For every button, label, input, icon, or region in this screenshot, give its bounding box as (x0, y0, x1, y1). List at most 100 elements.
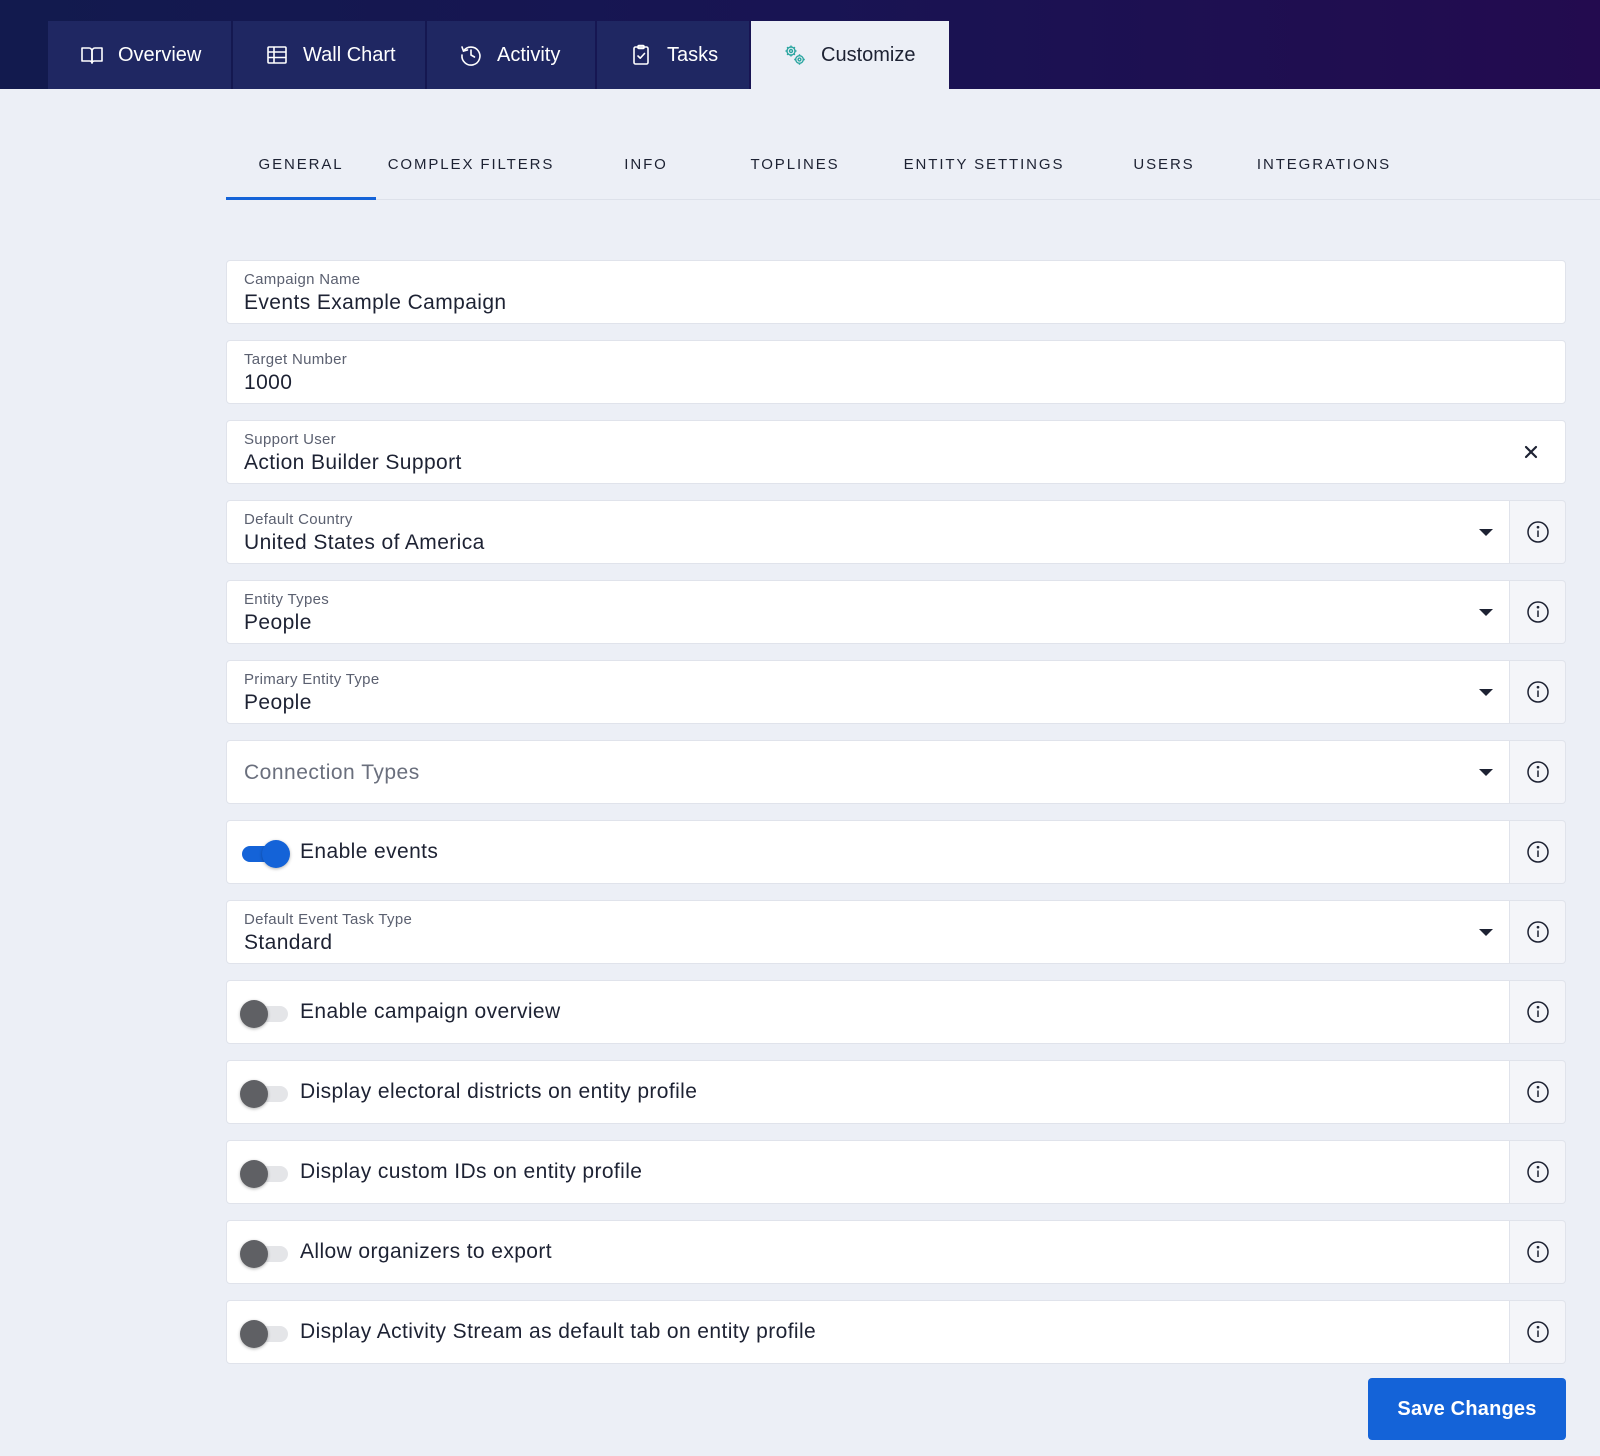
toggle-knob (240, 1160, 268, 1188)
electoral-districts-toggle[interactable] (240, 1080, 290, 1108)
support-user-field[interactable]: Support User Action Builder Support (226, 420, 1566, 484)
campaign-overview-toggle[interactable] (240, 1000, 290, 1028)
subtab-general[interactable]: GENERAL (226, 140, 376, 200)
primary-entity-type-select[interactable]: Primary Entity Type People (226, 660, 1510, 724)
tab-wall-chart[interactable]: Wall Chart (233, 21, 425, 89)
activity-stream-row: Display Activity Stream as default tab o… (226, 1300, 1566, 1364)
info-icon (1526, 601, 1549, 623)
subtab-label: COMPLEX FILTERS (387, 156, 555, 173)
top-navigation-bar: Overview Wall Chart Activity Tasks Custo… (0, 0, 1600, 89)
subtab-label: GENERAL (258, 156, 344, 173)
campaign-overview-row: Enable campaign overview (226, 980, 1566, 1044)
toggle-label: Display electoral districts on entity pr… (300, 1080, 698, 1103)
info-button[interactable] (1510, 1300, 1566, 1364)
toggle-label: Allow organizers to export (300, 1240, 553, 1263)
subtab-label: USERS (1133, 156, 1195, 173)
field-value: 1000 (244, 371, 293, 394)
tab-activity[interactable]: Activity (427, 21, 595, 89)
primary-entity-type-row: Primary Entity Type People (226, 660, 1566, 724)
field-label: Campaign Name (244, 271, 361, 288)
history-icon (461, 46, 481, 66)
entity-types-row: Entity Types People (226, 580, 1566, 644)
tab-label: Customize (821, 43, 916, 66)
enable-events-toggle[interactable] (240, 840, 290, 868)
info-icon (1526, 681, 1549, 703)
field-label: Target Number (244, 351, 348, 368)
subtab-users[interactable]: USERS (1104, 140, 1224, 200)
info-button[interactable] (1510, 980, 1566, 1044)
info-button[interactable] (1510, 660, 1566, 724)
info-button[interactable] (1510, 1060, 1566, 1124)
allow-export-toggle[interactable] (240, 1240, 290, 1268)
info-button[interactable] (1510, 740, 1566, 804)
info-button[interactable] (1510, 1140, 1566, 1204)
info-icon (1526, 1161, 1549, 1183)
subtab-toplines[interactable]: TOPLINES (726, 140, 864, 200)
tab-customize[interactable]: Customize (751, 21, 949, 89)
default-event-task-type-select[interactable]: Default Event Task Type Standard (226, 900, 1510, 964)
caret-down-icon[interactable] (1479, 769, 1493, 776)
field-value: Events Example Campaign (244, 291, 507, 314)
allow-export-setting: Allow organizers to export (226, 1220, 1510, 1284)
tab-label: Activity (497, 43, 561, 66)
connection-types-row: Connection Types (226, 740, 1566, 804)
info-icon (1526, 521, 1549, 543)
toggle-knob (262, 840, 290, 868)
settings-subtabs: GENERAL COMPLEX FILTERS INFO TOPLINES EN… (226, 140, 1600, 200)
custom-ids-toggle[interactable] (240, 1160, 290, 1188)
subtab-info[interactable]: INFO (566, 140, 726, 200)
target-number-field[interactable]: Target Number 1000 (226, 340, 1566, 404)
default-event-task-type-row: Default Event Task Type Standard (226, 900, 1566, 964)
caret-down-icon[interactable] (1479, 689, 1493, 696)
info-icon (1526, 921, 1549, 943)
subtab-complex-filters[interactable]: COMPLEX FILTERS (376, 140, 566, 200)
subtab-label: TOPLINES (750, 156, 840, 173)
target-number-row: Target Number 1000 (226, 340, 1566, 404)
field-value: People (244, 691, 312, 714)
caret-down-icon[interactable] (1479, 609, 1493, 616)
field-value: United States of America (244, 531, 485, 554)
tab-tasks[interactable]: Tasks (597, 21, 749, 89)
field-value: Standard (244, 931, 333, 954)
custom-ids-setting: Display custom IDs on entity profile (226, 1140, 1510, 1204)
subtab-integrations[interactable]: INTEGRATIONS (1224, 140, 1424, 200)
subtab-entity-settings[interactable]: ENTITY SETTINGS (864, 140, 1104, 200)
subtab-label: INTEGRATIONS (1256, 156, 1392, 173)
gears-icon (785, 45, 805, 65)
toggle-label: Enable events (300, 840, 439, 863)
tab-overview[interactable]: Overview (48, 21, 231, 89)
toggle-label: Display Activity Stream as default tab o… (300, 1320, 817, 1343)
close-icon[interactable] (1521, 442, 1541, 462)
field-label: Primary Entity Type (244, 671, 380, 688)
info-button[interactable] (1510, 500, 1566, 564)
toggle-knob (240, 1000, 268, 1028)
field-label: Support User (244, 431, 336, 448)
default-country-select[interactable]: Default Country United States of America (226, 500, 1510, 564)
entity-types-select[interactable]: Entity Types People (226, 580, 1510, 644)
info-icon (1526, 1081, 1549, 1103)
info-button[interactable] (1510, 580, 1566, 644)
info-icon (1526, 1321, 1549, 1343)
info-icon (1526, 841, 1549, 863)
field-placeholder: Connection Types (244, 761, 420, 784)
info-icon (1526, 761, 1549, 783)
field-value: Action Builder Support (244, 451, 462, 474)
activity-stream-setting: Display Activity Stream as default tab o… (226, 1300, 1510, 1364)
subtab-label: INFO (624, 156, 668, 173)
toggle-knob (240, 1080, 268, 1108)
connection-types-select[interactable]: Connection Types (226, 740, 1510, 804)
electoral-districts-row: Display electoral districts on entity pr… (226, 1060, 1566, 1124)
caret-down-icon[interactable] (1479, 529, 1493, 536)
field-value: People (244, 611, 312, 634)
info-button[interactable] (1510, 900, 1566, 964)
subtab-label: ENTITY SETTINGS (903, 156, 1065, 173)
field-label: Entity Types (244, 591, 330, 608)
toggle-knob (240, 1320, 268, 1348)
caret-down-icon[interactable] (1479, 929, 1493, 936)
campaign-name-field[interactable]: Campaign Name Events Example Campaign (226, 260, 1566, 324)
info-button[interactable] (1510, 1220, 1566, 1284)
info-button[interactable] (1510, 820, 1566, 884)
save-changes-button[interactable]: Save Changes (1368, 1378, 1566, 1440)
toggle-knob (240, 1240, 268, 1268)
activity-stream-toggle[interactable] (240, 1320, 290, 1348)
